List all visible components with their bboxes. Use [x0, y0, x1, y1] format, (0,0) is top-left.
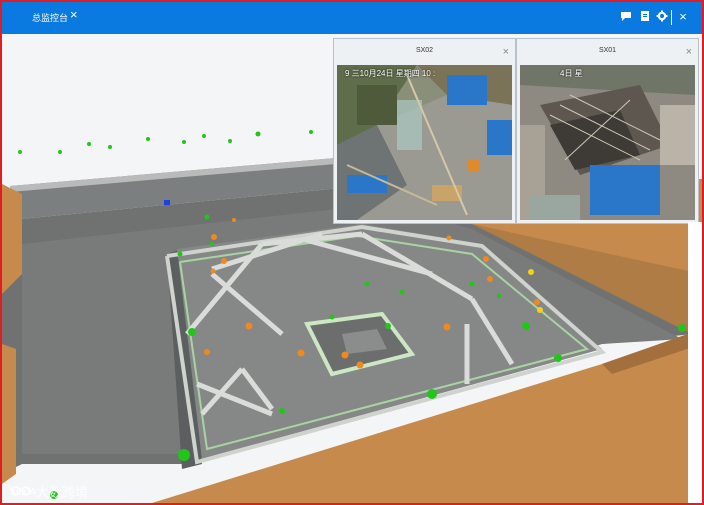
camera-feed[interactable]: 9 三10月24日 星期四 10 : [337, 65, 512, 220]
camera-timestamp: 4日 星 [560, 69, 583, 78]
watermark-text: 大数跨境 [36, 485, 89, 500]
camera-timestamp: 9 三10月24日 星期四 10 : [345, 69, 436, 78]
camera-feed[interactable]: 4日 星 [520, 65, 695, 220]
document-icon[interactable] [638, 10, 652, 24]
app-frame: 总监控台 × × SX02 × 9 三10月24日 星期四 10: SX01 … [0, 0, 704, 505]
watermark-logo-icon: \u00A0 [10, 484, 42, 498]
camera-title: SX02 [415, 47, 434, 54]
camera-title: SX01 [598, 47, 617, 54]
title-bar: 总监控台 × × [2, 2, 702, 34]
toolbar-divider [671, 10, 672, 25]
gear-icon[interactable] [655, 10, 669, 24]
camera-header: SX01 × [517, 39, 698, 65]
camera-panel-sx01[interactable]: SX01 × 4日 星 [516, 38, 699, 224]
camera-panel-sx02[interactable]: SX02 × 9 三10月24日 星期四 10 : [333, 38, 516, 224]
tab-close-icon[interactable]: × [70, 7, 78, 22]
marker-blue [164, 200, 170, 205]
tab-monitor-console[interactable]: 总监控台 [32, 11, 68, 24]
camera-close-icon[interactable]: × [503, 46, 509, 58]
close-icon[interactable]: × [676, 10, 690, 24]
right-edge-panel [688, 222, 702, 503]
chat-icon[interactable] [619, 10, 633, 24]
camera-close-icon[interactable]: × [686, 46, 692, 58]
camera-header: SX02 × [334, 39, 515, 65]
